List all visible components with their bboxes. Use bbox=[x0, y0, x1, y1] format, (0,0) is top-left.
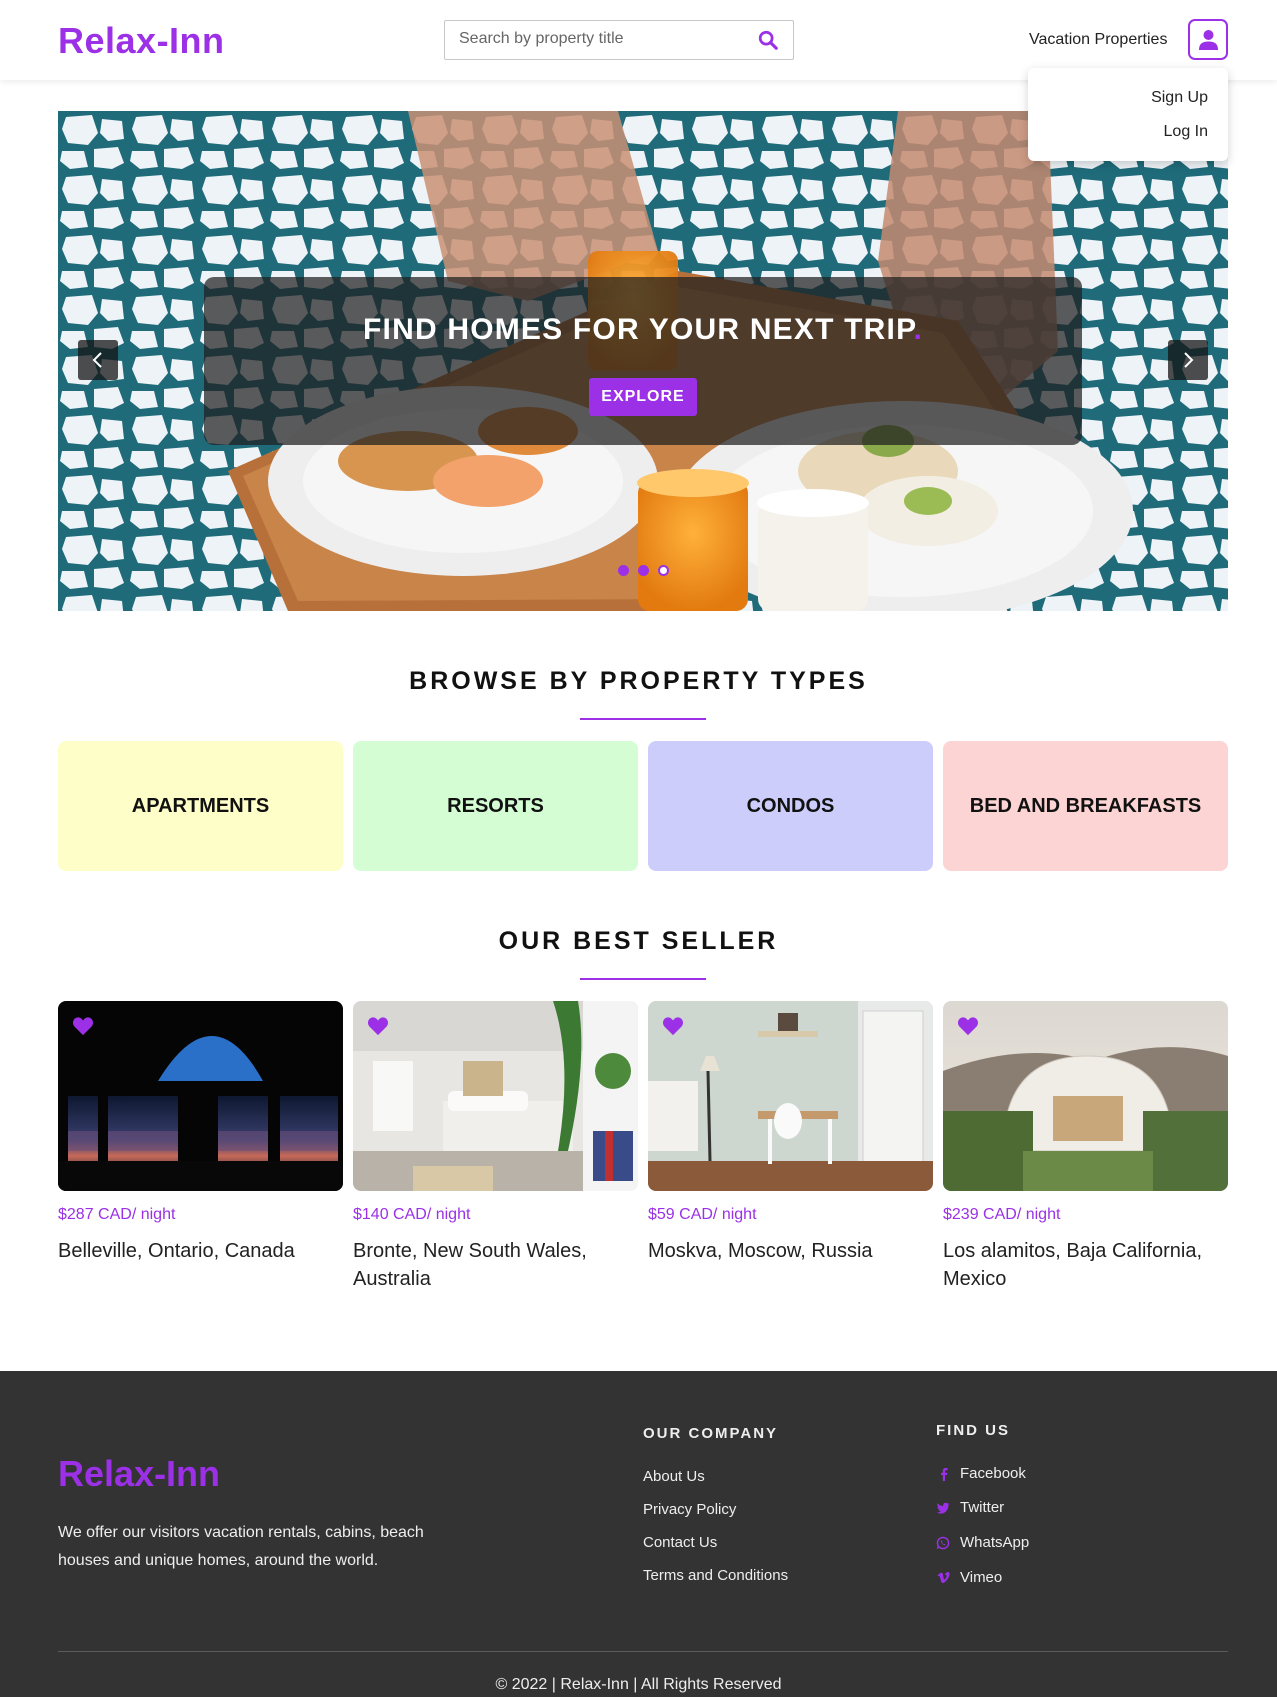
copyright: © 2022 | Relax-Inn | All Rights Reserved bbox=[495, 1676, 782, 1693]
signup-link[interactable]: Sign Up bbox=[1151, 89, 1208, 107]
explore-button[interactable]: EXPLORE bbox=[589, 378, 697, 416]
footer-link-privacy[interactable]: Privacy Policy bbox=[643, 1501, 736, 1518]
hero-title: FIND HOMES FOR YOUR NEXT TRIP. bbox=[363, 313, 923, 346]
footer-description: We offer our visitors vacation rentals, … bbox=[58, 1524, 424, 1569]
hero-caption: FIND HOMES FOR YOUR NEXT TRIP. EXPLORE bbox=[204, 277, 1082, 445]
listing-price: $59 CAD/ night bbox=[648, 1206, 757, 1223]
site-footer: Relax-Inn We offer our visitors vacation… bbox=[0, 1371, 1277, 1697]
footer-link-contact[interactable]: Contact Us bbox=[643, 1534, 717, 1551]
listing-photo bbox=[648, 1001, 933, 1191]
footer-link-about[interactable]: About Us bbox=[643, 1468, 705, 1485]
heart-icon[interactable] bbox=[957, 1016, 979, 1036]
carousel-dot[interactable] bbox=[618, 565, 629, 576]
best-seller-title: OUR BEST SELLER bbox=[498, 927, 779, 955]
vimeo-icon[interactable] bbox=[936, 1571, 950, 1585]
social-link-facebook[interactable]: Facebook bbox=[960, 1465, 1026, 1482]
property-type-card[interactable]: RESORTS bbox=[353, 741, 638, 871]
carousel-indicators bbox=[618, 565, 678, 577]
find-us-heading: FIND US bbox=[936, 1422, 1010, 1439]
listing-price: $140 CAD/ night bbox=[353, 1206, 471, 1223]
heart-icon[interactable] bbox=[367, 1016, 389, 1036]
listing-location[interactable]: Moskva, Moscow, Russia bbox=[648, 1237, 933, 1265]
listing-photo bbox=[353, 1001, 638, 1191]
search-icon[interactable] bbox=[757, 29, 779, 51]
search-input[interactable] bbox=[459, 30, 749, 48]
facebook-icon[interactable] bbox=[937, 1467, 951, 1481]
listing-location[interactable]: Bronte, New South Wales, Australia bbox=[353, 1237, 638, 1293]
company-heading: OUR COMPANY bbox=[643, 1425, 779, 1442]
property-type-card[interactable]: CONDOS bbox=[648, 741, 933, 871]
listing-location[interactable]: Los alamitos, Baja California, Mexico bbox=[943, 1237, 1228, 1293]
user-icon bbox=[1199, 30, 1218, 50]
listing-location[interactable]: Belleville, Ontario, Canada bbox=[58, 1237, 343, 1265]
user-menu-button[interactable] bbox=[1188, 19, 1228, 60]
social-link-vimeo[interactable]: Vimeo bbox=[960, 1569, 1002, 1586]
footer-divider bbox=[58, 1651, 1228, 1652]
listing-price: $239 CAD/ night bbox=[943, 1206, 1061, 1223]
listing-photo bbox=[58, 1001, 343, 1191]
social-link-whatsapp[interactable]: WhatsApp bbox=[960, 1534, 1029, 1551]
login-link[interactable]: Log In bbox=[1164, 123, 1208, 141]
listing-price: $287 CAD/ night bbox=[58, 1206, 176, 1223]
listing-photo bbox=[943, 1001, 1228, 1191]
footer-logo[interactable]: Relax-Inn bbox=[58, 1453, 220, 1495]
property-type-card[interactable]: BED AND BREAKFASTS bbox=[943, 741, 1228, 871]
carousel-dot-active[interactable] bbox=[658, 565, 669, 576]
carousel-prev-button[interactable] bbox=[78, 340, 118, 380]
chevron-right-icon bbox=[1184, 352, 1194, 368]
heart-icon[interactable] bbox=[72, 1016, 94, 1036]
chevron-left-icon bbox=[92, 352, 102, 368]
social-link-twitter[interactable]: Twitter bbox=[960, 1499, 1004, 1516]
whatsapp-icon[interactable] bbox=[936, 1536, 950, 1550]
property-type-card[interactable]: APARTMENTS bbox=[58, 741, 343, 871]
title-underline bbox=[580, 978, 706, 980]
twitter-icon[interactable] bbox=[936, 1501, 950, 1515]
nav-vacation-properties[interactable]: Vacation Properties bbox=[1029, 31, 1167, 49]
carousel-dot[interactable] bbox=[638, 565, 649, 576]
title-underline bbox=[580, 718, 706, 720]
hero-carousel: FIND HOMES FOR YOUR NEXT TRIP. EXPLORE bbox=[58, 111, 1228, 611]
search-box bbox=[444, 20, 794, 60]
footer-link-terms[interactable]: Terms and Conditions bbox=[643, 1567, 788, 1584]
carousel-next-button[interactable] bbox=[1168, 340, 1208, 380]
site-logo[interactable]: Relax-Inn bbox=[58, 20, 225, 62]
property-types-title: BROWSE BY PROPERTY TYPES bbox=[409, 667, 868, 695]
heart-icon[interactable] bbox=[662, 1016, 684, 1036]
user-dropdown: Sign Up Log In bbox=[1028, 68, 1228, 161]
